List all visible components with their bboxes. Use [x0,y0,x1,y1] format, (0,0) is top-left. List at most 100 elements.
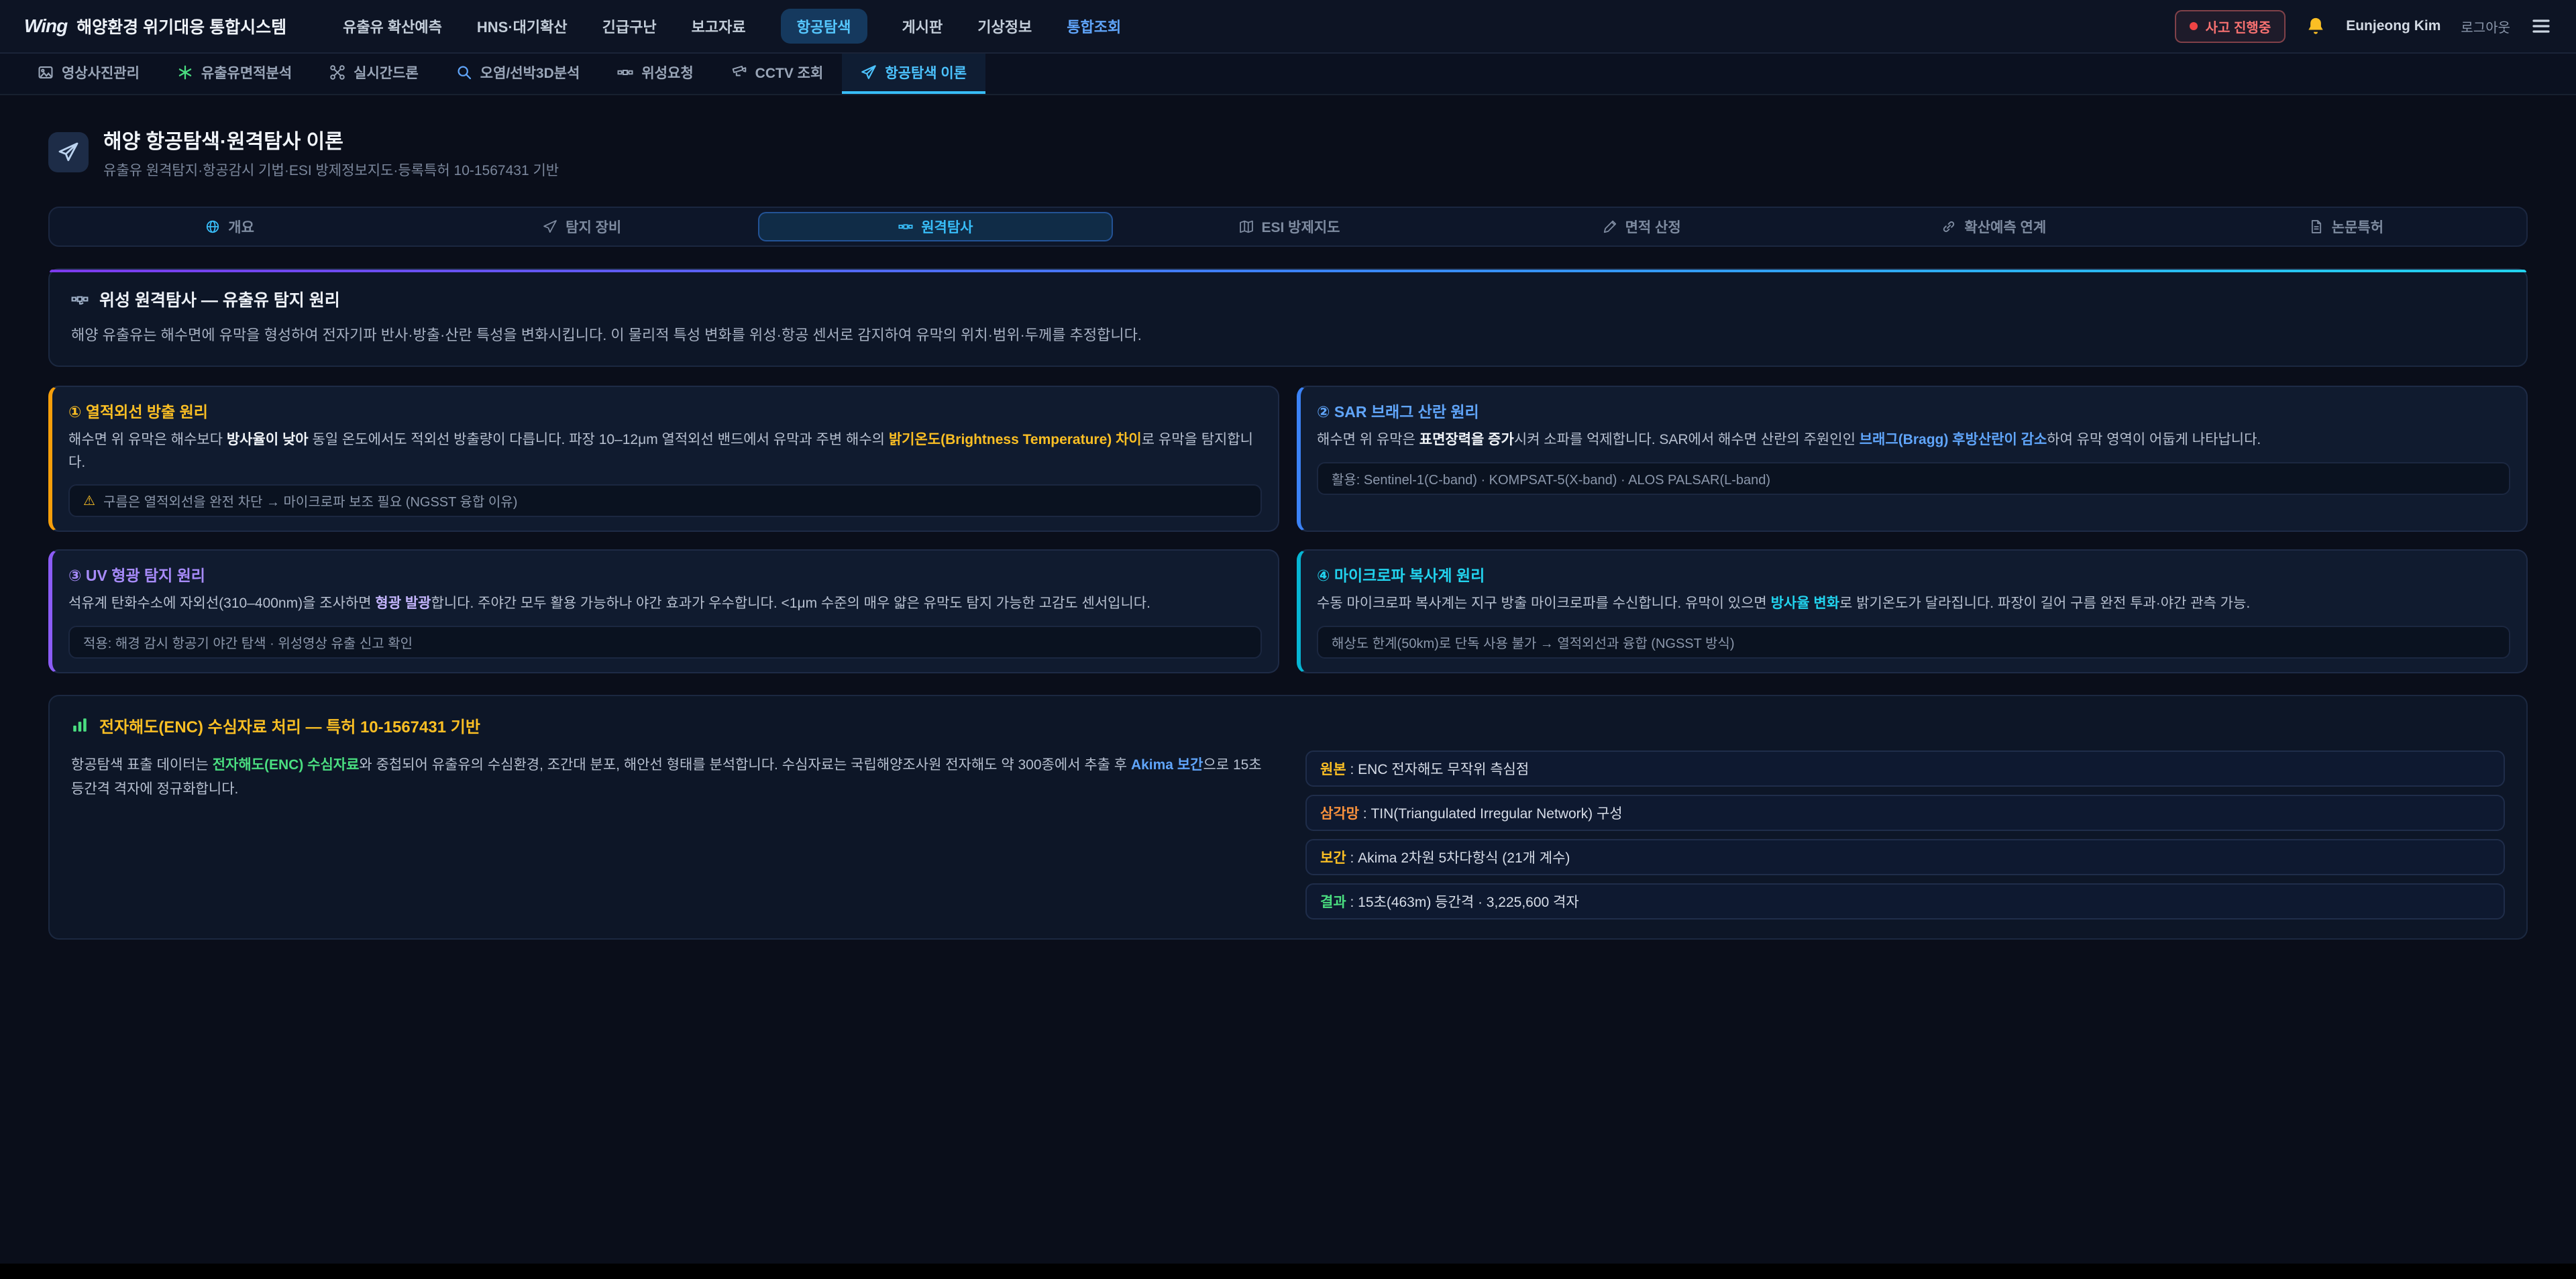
subnav-item-realtime-drone[interactable]: 실시간드론 [311,54,437,94]
link-icon [1941,219,1956,234]
menu-item-board[interactable]: 게시판 [902,15,943,37]
subnav-label: 실시간드론 [354,62,419,82]
menu-item-emergency-rescue[interactable]: 긴급구난 [602,15,657,37]
tab-remote-sensing[interactable]: 원격탐사 [758,212,1113,241]
hamburger-menu-icon[interactable] [2530,15,2552,37]
card-body: 해수면 위 유막은 표면장력을 증가시켜 소파를 억제합니다. SAR에서 해수… [1317,429,2510,451]
plane-icon [861,64,877,80]
bottom-strip [0,1264,2576,1278]
subnav-label: 위성요청 [641,62,693,82]
satellite-icon [617,64,633,80]
row-label: 원본 [1320,762,1346,777]
subnav-label: 항공탐색 이론 [885,62,967,82]
menu-item-weather-info[interactable]: 기상정보 [977,15,1032,37]
tab-label: 원격탐사 [921,217,973,237]
status-dot-icon [2190,22,2198,30]
subnav-item-pollution-ship-3d[interactable]: 오염/선박3D분석 [437,54,599,94]
card-body: 수동 마이크로파 복사계는 지구 방출 마이크로파를 수신합니다. 유막이 있으… [1317,592,2510,615]
card-note: 해상도 한계(50km)로 단독 사용 불가 → 열적외선과 융합 (NGSST… [1317,626,2510,659]
enc-title-text: 전자해도(ENC) 수심자료 처리 — 특허 10-1567431 기반 [99,714,480,737]
satellite-icon [71,290,89,308]
enc-bathymetry-section: 전자해도(ENC) 수심자료 처리 — 특허 10-1567431 기반 항공탐… [48,695,2528,940]
menu-item-reports[interactable]: 보고자료 [692,15,746,37]
warning-icon: ⚠ [83,492,95,509]
row-text: : Akima 2차원 5차다항식 (21개 계수) [1346,850,1570,866]
enc-description: 항공탐색 표출 데이터는 전자해도(ENC) 수심자료와 중첩되어 유출유의 수… [71,753,1271,920]
tab-overview[interactable]: 개요 [54,212,406,241]
card-note: ⚠ 구름은 열적외선을 완전 차단 → 마이크로파 보조 필요 (NGSST 융… [68,484,1262,517]
card-thermal-infrared: ① 열적외선 방출 원리 해수면 위 유막은 해수보다 방사율이 낮아 동일 온… [48,386,1279,532]
card-body: 석유계 탄화수소에 자외선(310–400nm)을 조사하면 형광 발광합니다.… [68,592,1262,615]
row-text: : TIN(Triangulated Irregular Network) 구성 [1359,806,1623,822]
brand-logo: Wing [24,15,67,37]
subnav-label: 오염/선박3D분석 [480,62,580,82]
menu-item-integrated-search[interactable]: 통합조회 [1067,15,1121,37]
burst-icon [177,64,193,80]
plane-icon [543,219,557,234]
logout-button[interactable]: 로그아웃 [2461,17,2510,36]
tab-label: ESI 방제지도 [1262,217,1340,237]
subnav-item-aerial-theory[interactable]: 항공탐색 이론 [842,54,985,94]
subnav-label: 유출유면적분석 [201,62,292,82]
card-title: ① 열적외선 방출 원리 [68,399,1262,422]
remote-sensing-section: 위성 원격탐사 — 유출유 탐지 원리 해양 유출유는 해수면에 유막을 형성하… [48,268,2528,367]
bar-chart-icon [71,716,89,734]
page-title: 해양 항공탐색·원격탐사 이론 [103,125,559,154]
tab-area-calculation[interactable]: 면적 산정 [1466,212,1818,241]
subnav-item-oil-area-analysis[interactable]: 유출유면적분석 [158,54,311,94]
tab-papers-patents[interactable]: 논문특허 [2170,212,2522,241]
drone-icon [329,64,345,80]
card-sar-bragg: ② SAR 브래그 산란 원리 해수면 위 유막은 표면장력을 증가시켜 소파를… [1297,386,2528,532]
document-icon [2309,219,2324,234]
tab-label: 면적 산정 [1625,217,1681,237]
top-navigation-bar: Wing 해양환경 위기대응 통합시스템 유출유 확산예측 HNS·대기확산 긴… [0,0,2576,54]
notification-bell-icon[interactable] [2306,16,2326,36]
row-label: 보간 [1320,850,1346,866]
menu-item-hns-atmospheric[interactable]: HNS·대기확산 [477,15,568,37]
map-icon [1239,219,1254,234]
menu-item-aerial-search[interactable]: 항공탐색 [781,9,867,44]
globe-icon [205,219,220,234]
card-note: 활용: Sentinel-1(C-band) · KOMPSAT-5(X-ban… [1317,462,2510,495]
tab-detection-equipment[interactable]: 탐지 장비 [406,212,758,241]
page-subtitle: 유출유 원격탐지·항공감시 기법·ESI 방제정보지도·등록특허 10-1567… [103,160,559,180]
magnifier-icon [456,64,472,80]
card-title: ② SAR 브래그 산란 원리 [1317,399,2510,422]
aerial-search-icon [48,132,89,172]
app-window: Wing 해양환경 위기대응 통합시스템 유출유 확산예측 HNS·대기확산 긴… [0,0,2576,1264]
enc-grid: 항공탐색 표출 데이터는 전자해도(ENC) 수심자료와 중첩되어 유출유의 수… [71,750,2505,920]
subnav-item-satellite-request[interactable]: 위성요청 [598,54,712,94]
card-uv-fluorescence: ③ UV 형광 탐지 원리 석유계 탄화수소에 자외선(310–400nm)을 … [48,549,1279,673]
sub-navigation-bar: 영상사진관리 유출유면적분석 실시간드론 오염/선박3D분석 위성요청 [0,54,2576,95]
main-menu: 유출유 확산예측 HNS·대기확산 긴급구난 보고자료 항공탐색 게시판 기상정… [343,9,1121,44]
tab-label: 확산예측 연계 [1964,217,2046,237]
enc-row-source: 원본 : ENC 전자해도 무작위 측심점 [1305,750,2505,787]
enc-row-tin: 삼각망 : TIN(Triangulated Irregular Network… [1305,795,2505,831]
card-note: 적용: 해경 감시 항공기 야간 탐색 · 위성영상 유출 신고 확인 [68,626,1262,659]
subnav-item-imagery-management[interactable]: 영상사진관리 [19,54,158,94]
tab-diffusion-link[interactable]: 확산예측 연계 [1818,212,2170,241]
subnav-label: 영상사진관리 [62,62,140,82]
card-microwave-radiometer: ④ 마이크로파 복사계 원리 수동 마이크로파 복사계는 지구 방출 마이크로파… [1297,549,2528,673]
user-name: Eunjeong Kim [2346,18,2440,34]
incident-status-label: 사고 진행중 [2206,17,2271,36]
card-note-text: 활용: Sentinel-1(C-band) · KOMPSAT-5(X-ban… [1332,469,1770,488]
section-description: 해양 유출유는 해수면에 유막을 형성하여 전자기파 반사·방출·산란 특성을 … [71,323,2505,347]
subnav-item-cctv[interactable]: CCTV 조회 [712,54,843,94]
top-right-cluster: 사고 진행중 Eunjeong Kim 로그아웃 [2175,10,2552,43]
image-icon [38,64,54,80]
incident-status-badge[interactable]: 사고 진행중 [2175,10,2286,43]
remote-sensing-section-title: 위성 원격탐사 — 유출유 탐지 원리 [71,287,2505,311]
card-title: ④ 마이크로파 복사계 원리 [1317,563,2510,586]
tab-esi-map[interactable]: ESI 방제지도 [1113,212,1465,241]
brand[interactable]: Wing 해양환경 위기대응 통합시스템 [24,14,286,38]
brand-title: 해양환경 위기대응 통합시스템 [76,14,286,38]
menu-item-spill-diffusion[interactable]: 유출유 확산예측 [343,15,442,37]
enc-row-interpolation: 보간 : Akima 2차원 5차다항식 (21개 계수) [1305,839,2505,875]
card-note-text: 구름은 열적외선을 완전 차단 → 마이크로파 보조 필요 (NGSST 융합 … [103,491,517,510]
enc-row-result: 결과 : 15초(463m) 등간격 · 3,225,600 격자 [1305,883,2505,920]
row-text: : 15초(463m) 등간격 · 3,225,600 격자 [1346,895,1579,910]
main-content: 해양 항공탐색·원격탐사 이론 유출유 원격탐지·항공감시 기법·ESI 방제정… [0,95,2576,940]
page-title-block: 해양 항공탐색·원격탐사 이론 유출유 원격탐지·항공감시 기법·ESI 방제정… [103,125,559,180]
tab-label: 개요 [228,217,254,237]
